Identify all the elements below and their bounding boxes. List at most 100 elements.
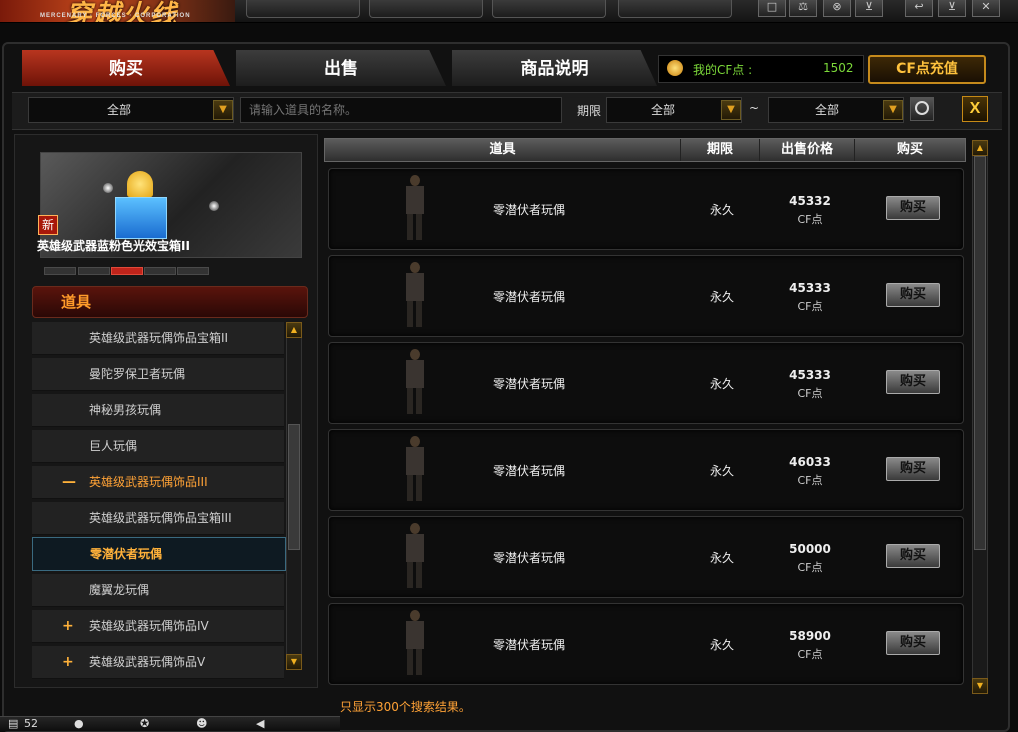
table-row: 零潜伏者玩偶 永久 45333 CF点 购买 bbox=[328, 255, 964, 337]
cf-balance-value: 1502 bbox=[823, 61, 854, 75]
download-icon[interactable]: ⊻ bbox=[855, 0, 883, 17]
recharge-button[interactable]: CF点充值 bbox=[868, 55, 986, 84]
banner-page-dot[interactable] bbox=[78, 267, 110, 275]
tab-sell[interactable]: 出售 bbox=[236, 50, 446, 86]
banner-page-dot-active[interactable] bbox=[111, 267, 143, 275]
header-buy: 购买 bbox=[896, 142, 923, 157]
exit-icon[interactable]: ✕ bbox=[972, 0, 1000, 17]
list-item[interactable]: 曼陀罗保卫者玩偶 bbox=[32, 358, 284, 391]
banner-page-dot[interactable] bbox=[177, 267, 209, 275]
row-item-name: 零潜伏者玩偶 bbox=[493, 203, 566, 217]
chevron-down-icon[interactable]: ▼ bbox=[883, 100, 903, 120]
list-item-selected[interactable]: 零潜伏者玩偶 bbox=[32, 537, 286, 571]
level-icon: ▤ bbox=[8, 717, 19, 730]
category-scroll-thumb[interactable] bbox=[288, 424, 300, 550]
scroll-down-icon[interactable]: ▼ bbox=[286, 654, 302, 670]
row-item-name: 零潜伏者玩偶 bbox=[493, 638, 566, 652]
row-price-unit: CF点 bbox=[797, 387, 823, 400]
category-header: 道具 bbox=[32, 286, 308, 318]
period-label: 期限 bbox=[577, 104, 602, 118]
scroll-up-icon[interactable]: ▲ bbox=[972, 140, 988, 156]
list-item-collapsed[interactable]: + 英雄级武器玩偶饰品V bbox=[32, 646, 284, 679]
row-period: 永久 bbox=[710, 551, 735, 565]
buy-button[interactable]: 购买 bbox=[886, 283, 940, 307]
row-item-name: 零潜伏者玩偶 bbox=[493, 464, 566, 478]
top-nav-button-3[interactable] bbox=[492, 0, 606, 18]
expand-icon[interactable]: + bbox=[62, 646, 74, 678]
coin-icon bbox=[667, 60, 683, 76]
cf-balance-label: 我的CF点 : bbox=[693, 63, 753, 77]
row-price: 50000 bbox=[789, 542, 831, 556]
scale-icon[interactable]: ⚖ bbox=[789, 0, 817, 17]
chat-icon[interactable]: ☻ bbox=[196, 717, 207, 730]
search-icon-lens bbox=[915, 101, 929, 115]
row-price-unit: CF点 bbox=[797, 648, 823, 661]
return-icon[interactable]: ↩ bbox=[905, 0, 933, 17]
category-select-value: 全部 bbox=[107, 103, 132, 117]
table-scroll-thumb[interactable] bbox=[974, 156, 986, 550]
figure-doll-icon bbox=[401, 610, 429, 676]
row-item-name: 零潜伏者玩偶 bbox=[493, 551, 566, 565]
settings-icon[interactable]: ⊗ bbox=[823, 0, 851, 17]
search-input[interactable] bbox=[240, 97, 562, 123]
expand-icon[interactable]: + bbox=[62, 610, 74, 642]
window-icon[interactable]: □ bbox=[758, 0, 786, 17]
header-item: 道具 bbox=[325, 139, 681, 161]
row-period: 永久 bbox=[710, 377, 735, 391]
chevron-down-icon[interactable]: ▼ bbox=[721, 100, 741, 120]
figure-doll-icon bbox=[401, 349, 429, 415]
buy-button[interactable]: 购买 bbox=[886, 544, 940, 568]
chevron-down-icon[interactable]: ▼ bbox=[213, 100, 233, 120]
top-nav-button-1[interactable] bbox=[246, 0, 360, 18]
row-price-unit: CF点 bbox=[797, 300, 823, 313]
buy-button[interactable]: 购买 bbox=[886, 196, 940, 220]
cf-balance: 我的CF点 : 1502 bbox=[658, 55, 864, 83]
user-icon[interactable]: ● bbox=[74, 717, 84, 730]
list-item-collapsed[interactable]: + 英雄级武器玩偶饰品IV bbox=[32, 610, 284, 643]
tab-description[interactable]: 商品说明 bbox=[452, 50, 657, 86]
logo-subtitle-icon: MERCENARY · FORCES · CORPORATION bbox=[40, 13, 191, 19]
row-item-name: 零潜伏者玩偶 bbox=[493, 290, 566, 304]
row-price-unit: CF点 bbox=[797, 561, 823, 574]
period-from-select[interactable]: 全部 ▼ bbox=[606, 97, 742, 123]
category-select[interactable]: 全部 ▼ bbox=[28, 97, 234, 123]
table-row: 零潜伏者玩偶 永久 45332 CF点 购买 bbox=[328, 168, 964, 250]
table-header: 道具 期限 出售价格 购买 bbox=[324, 138, 966, 162]
list-item[interactable]: 神秘男孩玩偶 bbox=[32, 394, 284, 427]
row-price-unit: CF点 bbox=[797, 474, 823, 487]
top-nav-button-4[interactable] bbox=[618, 0, 732, 18]
banner-page-dot[interactable] bbox=[144, 267, 176, 275]
volume-icon[interactable]: ◀ bbox=[256, 717, 264, 730]
scroll-up-icon[interactable]: ▲ bbox=[286, 322, 302, 338]
header-period: 期限 bbox=[681, 139, 760, 161]
buy-button[interactable]: 购买 bbox=[886, 370, 940, 394]
tab-buy[interactable]: 购买 bbox=[22, 50, 230, 86]
figure-doll-icon bbox=[401, 436, 429, 502]
row-period: 永久 bbox=[710, 203, 735, 217]
banner-page-dot[interactable] bbox=[44, 267, 76, 275]
buy-button[interactable]: 购买 bbox=[886, 631, 940, 655]
row-item-name: 零潜伏者玩偶 bbox=[493, 377, 566, 391]
list-item-expanded[interactable]: — 英雄级武器玩偶饰品III bbox=[32, 466, 284, 499]
row-period: 永久 bbox=[710, 464, 735, 478]
gift-box-icon bbox=[115, 197, 167, 239]
list-item[interactable]: 英雄级武器玩偶饰品宝箱II bbox=[32, 322, 284, 355]
table-row: 零潜伏者玩偶 永久 45333 CF点 购买 bbox=[328, 342, 964, 424]
table-row: 零潜伏者玩偶 永久 50000 CF点 购买 bbox=[328, 516, 964, 598]
level-value: 52 bbox=[24, 717, 38, 730]
collapse-icon[interactable]: — bbox=[62, 466, 76, 498]
search-icon[interactable] bbox=[910, 97, 934, 121]
scroll-down-icon[interactable]: ▼ bbox=[972, 678, 988, 694]
period-to-select[interactable]: 全部 ▼ bbox=[768, 97, 904, 123]
top-nav-button-2[interactable] bbox=[369, 0, 483, 18]
list-item[interactable]: 魔翼龙玩偶 bbox=[32, 574, 284, 607]
close-icon[interactable]: X bbox=[962, 96, 988, 122]
list-item[interactable]: 英雄级武器玩偶饰品宝箱III bbox=[32, 502, 284, 535]
figure-doll-icon bbox=[401, 175, 429, 241]
list-item[interactable]: 巨人玩偶 bbox=[32, 430, 284, 463]
sparkle-icon bbox=[103, 183, 113, 193]
minimize-icon[interactable]: ⊻ bbox=[938, 0, 966, 17]
status-bar: ▤ 52 ● ✪ ☻ ◀ bbox=[0, 716, 340, 731]
medal-icon[interactable]: ✪ bbox=[140, 717, 149, 730]
buy-button[interactable]: 购买 bbox=[886, 457, 940, 481]
